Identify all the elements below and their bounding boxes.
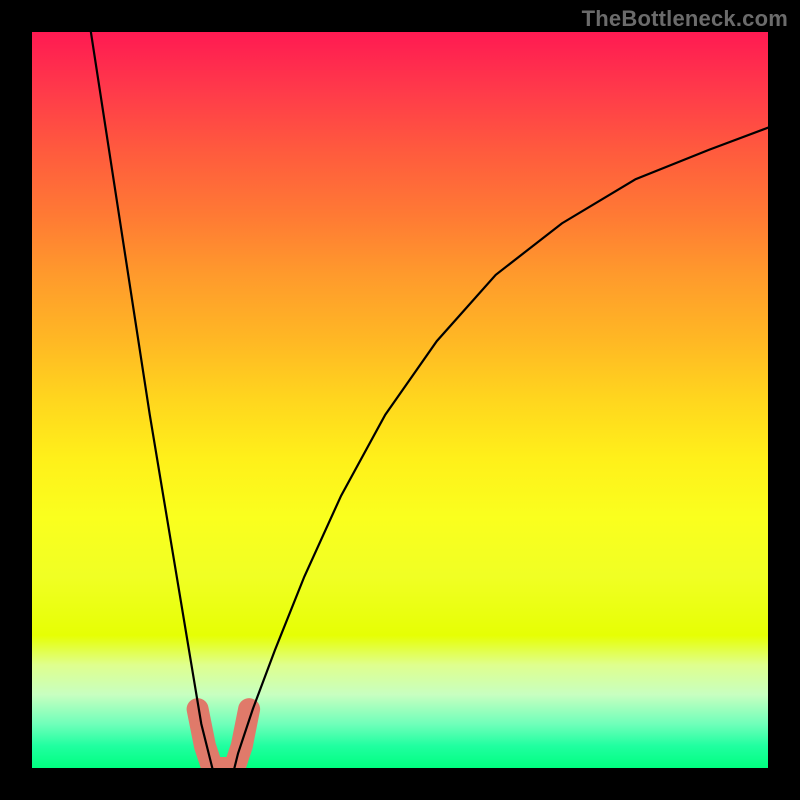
curve-right-branch xyxy=(234,128,768,768)
plot-area xyxy=(32,32,768,768)
curve-layer xyxy=(32,32,768,768)
watermark-text: TheBottleneck.com xyxy=(582,6,788,32)
curve-left-branch xyxy=(91,32,212,768)
chart-root: TheBottleneck.com xyxy=(0,0,800,800)
